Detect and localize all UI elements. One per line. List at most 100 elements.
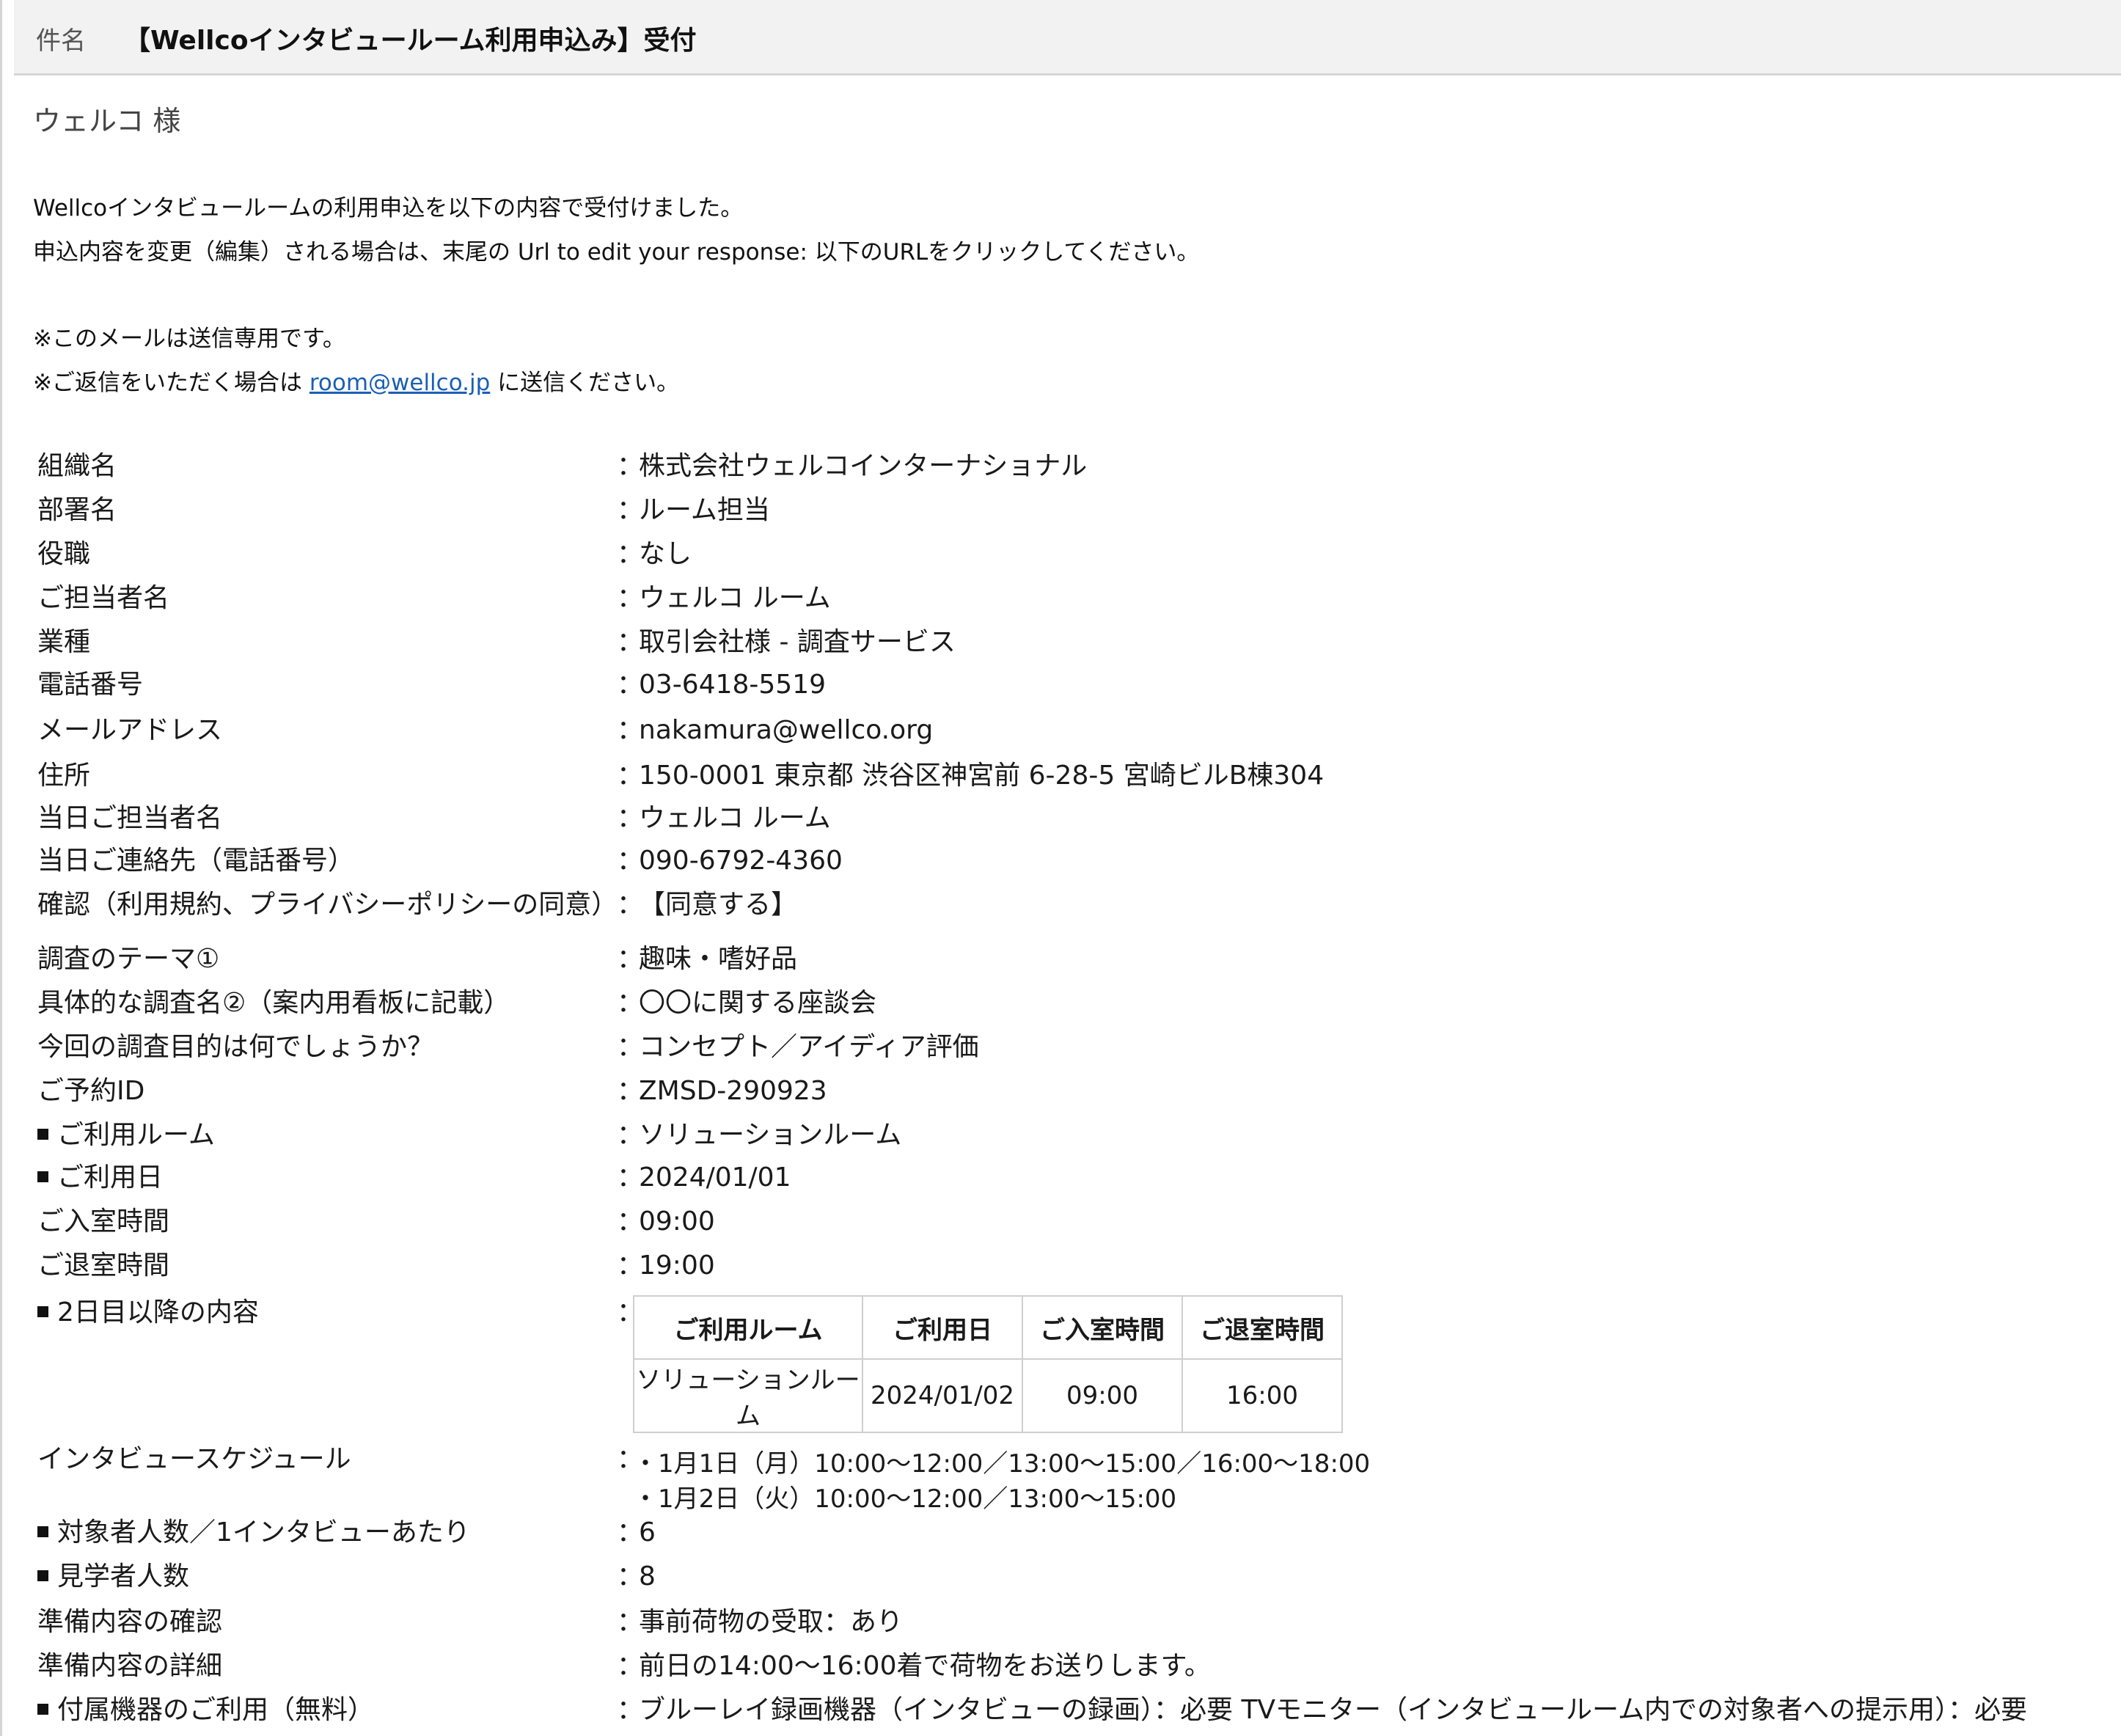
- field-value: 〇〇に関する座談会: [639, 988, 877, 1018]
- field-row: 電話番号： 03-6418-5519: [37, 664, 2091, 706]
- field-label-text: メールアドレス: [37, 715, 223, 745]
- field-label: 付属機器のご利用（無料）: [37, 1690, 374, 1731]
- field-row: 当日ご連絡先（電話番号）： 090-6792-4360: [37, 840, 2091, 882]
- schedule-line-1: ・1月1日（月）10:00〜12:00／13:00〜15:00／16:00〜18…: [633, 1449, 1371, 1479]
- field-label-text: 準備内容の確認: [37, 1607, 223, 1637]
- field-label-text: 当日ご担当者名: [37, 803, 223, 833]
- field-label-text: 確認（利用規約、プライバシーポリシーの同意）: [37, 890, 618, 920]
- field-row: ご担当者名：ウェルコ ルーム: [37, 578, 2091, 619]
- field-value: ソリューションルーム: [639, 1120, 902, 1150]
- field-row: ご利用日： 2024/01/01: [37, 1157, 2091, 1198]
- field-row: 対象者人数／1インタビューあたり： 6: [37, 1512, 2091, 1553]
- table-header-row: ご利用ルーム ご利用日 ご入室時間 ご退室時間: [633, 1295, 1343, 1360]
- intro-line-4: ※ご返信をいただく場合は room@wellco.jp に送信ください。: [33, 364, 679, 397]
- field-value: 取引会社様 - 調査サービス: [639, 627, 956, 657]
- table-cell-checkin: 09:00: [1022, 1358, 1183, 1433]
- table-cell-date: 2024/01/02: [862, 1358, 1023, 1433]
- field-row: 準備内容の詳細：前日の14:00〜16:00着で荷物をお送りします。: [37, 1646, 2091, 1687]
- field-row: 組織名：株式会社ウェルコインターナショナル: [37, 446, 2091, 487]
- reply-email-link[interactable]: room@wellco.jp: [309, 370, 490, 396]
- field-label-text: 業種: [37, 627, 91, 657]
- field-row: 住所： 150-0001 東京都 渋谷区神宮前 6-28-5 宮崎ビルB棟304: [37, 755, 2091, 796]
- day-schedule-table: ご利用ルーム ご利用日 ご入室時間 ご退室時間 ソリューションルーム 2024/…: [633, 1295, 1343, 1433]
- intro-line-2: 申込内容を変更（編集）される場合は、末尾の Url to edit your r…: [33, 239, 1200, 265]
- square-bullet-icon: [37, 1703, 48, 1715]
- reply-text-prefix: ※ご返信をいただく場合は: [33, 370, 309, 396]
- field-label-text: 今回の調査目的は何でしょうか？: [37, 1032, 434, 1062]
- square-bullet-icon: [37, 1570, 48, 1581]
- field-label: ご入室時間: [37, 1201, 169, 1242]
- field-label-text: 組織名: [37, 451, 117, 481]
- field-value: コンセプト／アイディア評価: [639, 1032, 979, 1062]
- field-label: 2日目以降の内容: [37, 1292, 259, 1333]
- field-label-text: 調査のテーマ①: [37, 944, 220, 974]
- field-row: 具体的な調査名②（案内用看板に記載）：〇〇に関する座談会: [37, 983, 2091, 1024]
- field-label-text: 電話番号: [37, 670, 144, 700]
- field-value: 09:00: [639, 1206, 715, 1237]
- field-row: ご入室時間： 09:00: [37, 1201, 2091, 1242]
- field-label: 対象者人数／1インタビューあたり: [37, 1512, 470, 1553]
- field-value: なし: [639, 539, 692, 569]
- field-label-text: ご退室時間: [37, 1250, 170, 1281]
- field-label-text: ご利用ルーム: [57, 1120, 215, 1150]
- field-row: 調査のテーマ①：趣味・嗜好品: [37, 939, 2091, 980]
- field-value: 2024/01/01: [639, 1162, 791, 1193]
- field-row: 準備内容の確認：事前荷物の受取：あり: [37, 1602, 2091, 1643]
- square-bullet-icon: [37, 1128, 48, 1140]
- field-row: ご退室時間： 19:00: [37, 1245, 2091, 1286]
- subject-label: 件名: [36, 26, 86, 56]
- field-label: 当日ご担当者名: [37, 798, 222, 839]
- field-label: ご担当者名: [37, 578, 169, 619]
- intro-line-1: Wellcoインタビュールームの利用申込を以下の内容で受付けました。: [33, 195, 744, 221]
- field-row: 今回の調査目的は何でしょうか？：コンセプト／アイディア評価: [37, 1027, 2091, 1068]
- greeting: ウェルコ 様: [33, 105, 181, 137]
- field-row: ご予約ID： ZMSD-290923: [37, 1071, 2091, 1112]
- field-label: 電話番号: [37, 664, 143, 706]
- field-row: ご利用ルーム：ソリューションルーム: [37, 1115, 2091, 1156]
- field-value: 事前荷物の受取：あり: [639, 1607, 904, 1637]
- field-label-text: 対象者人数／1インタビューあたり: [57, 1517, 470, 1548]
- field-value: ルーム担当: [639, 495, 770, 525]
- field-value: ZMSD-290923: [639, 1076, 827, 1106]
- table-row: ソリューションルーム 2024/01/02 09:00 16:00: [633, 1358, 1343, 1433]
- field-label-text: ご利用日: [57, 1162, 164, 1193]
- field-value: 8: [639, 1561, 656, 1592]
- field-row: 確認（利用規約、プライバシーポリシーの同意）：【同意する】: [37, 885, 2091, 926]
- field-value: 【同意する】: [639, 890, 798, 920]
- field-value: 19:00: [639, 1250, 715, 1281]
- field-label: 具体的な調査名②（案内用看板に記載）: [37, 983, 510, 1024]
- field-value: 株式会社ウェルコインターナショナル: [639, 451, 1088, 481]
- field-label-text: ご入室時間: [37, 1206, 170, 1237]
- subject-bar: 件名 【Wellcoインタビュールーム利用申込み】受付: [14, 0, 2121, 76]
- email-window: 件名 【Wellcoインタビュールーム利用申込み】受付 ウェルコ 様 Wellc…: [0, 0, 2121, 1736]
- table-header-date: ご利用日: [862, 1295, 1023, 1360]
- field-row: 付属機器のご利用（無料）：ブルーレイ録画機器（インタビューの録画）：必要 TVモ…: [37, 1690, 2091, 1731]
- table-cell-checkout: 16:00: [1182, 1358, 1343, 1433]
- field-label: ご予約ID: [37, 1071, 144, 1112]
- field-row: メールアドレス： nakamura@wellco.org: [37, 710, 2091, 751]
- subject-text: 【Wellcoインタビュールーム利用申込み】受付: [124, 26, 697, 56]
- field-label-text: 役職: [37, 539, 91, 569]
- field-label: 今回の調査目的は何でしょうか？: [37, 1027, 433, 1068]
- field-value: 前日の14:00〜16:00着で荷物をお送りします。: [639, 1651, 1211, 1681]
- field-label: 組織名: [37, 446, 117, 487]
- field-label-text: 部署名: [37, 495, 117, 525]
- field-label-text: 2日目以降の内容: [57, 1297, 259, 1327]
- intro-line-3: ※このメールは送信専用です。: [33, 326, 345, 352]
- field-label: 準備内容の詳細: [37, 1646, 222, 1687]
- square-bullet-icon: [37, 1526, 48, 1537]
- field-label-text: 見学者人数: [57, 1561, 190, 1592]
- field-label-text: 住所: [37, 761, 91, 791]
- field-row: 役職：なし: [37, 534, 2091, 575]
- field-label: ご利用ルーム: [37, 1115, 215, 1156]
- field-label-text: 準備内容の詳細: [37, 1651, 223, 1681]
- field-value: nakamura@wellco.org: [639, 715, 934, 745]
- field-value: 6: [639, 1517, 656, 1548]
- field-label: 調査のテーマ①: [37, 939, 219, 980]
- field-value: ウェルコ ルーム: [639, 583, 831, 613]
- field-label-text: 具体的な調査名②（案内用看板に記載）: [37, 988, 510, 1018]
- field-label: 役職: [37, 534, 90, 575]
- field-label-text: ご予約ID: [37, 1076, 145, 1106]
- field-label-text: 当日ご連絡先（電話番号）: [37, 846, 355, 876]
- field-value: 150-0001 東京都 渋谷区神宮前 6-28-5 宮崎ビルB棟304: [639, 761, 1325, 791]
